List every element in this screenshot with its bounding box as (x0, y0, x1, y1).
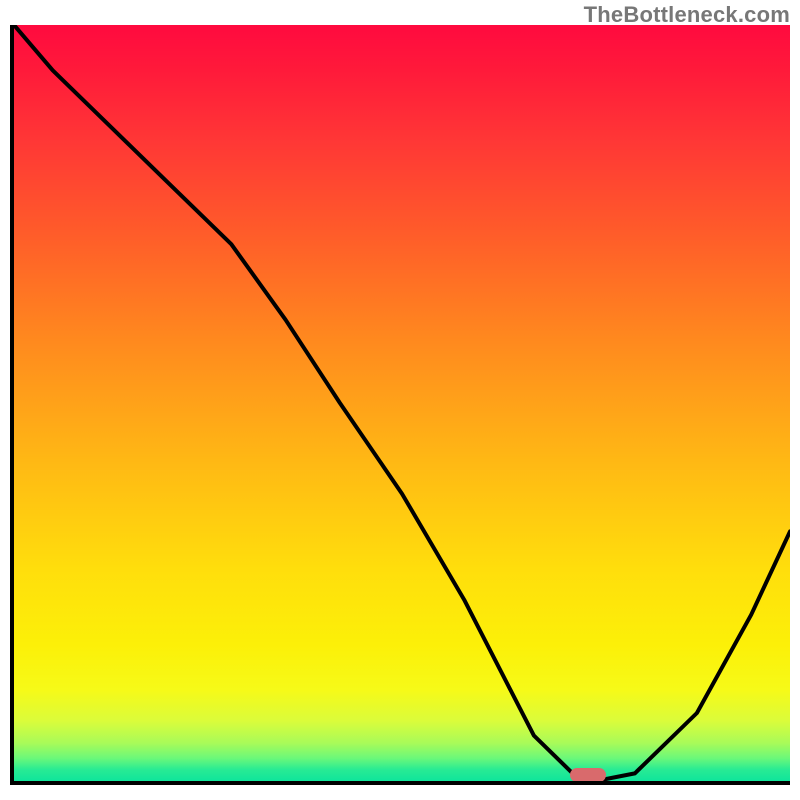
chart-stage: TheBottleneck.com (0, 0, 800, 800)
bottleneck-curve (14, 25, 790, 781)
plot-area (10, 25, 790, 785)
optimal-marker (570, 768, 606, 782)
curve-svg (14, 25, 790, 781)
